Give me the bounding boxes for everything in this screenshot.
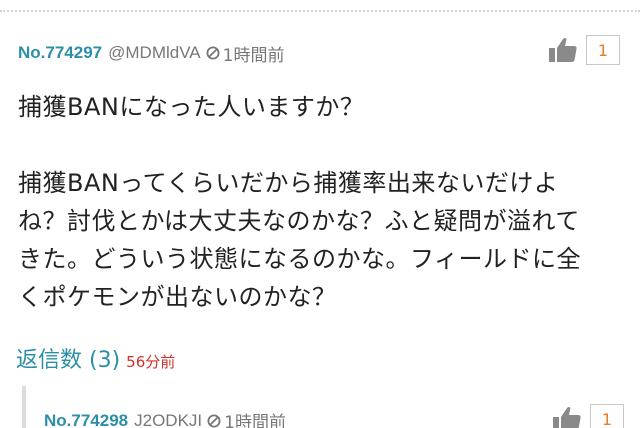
- post-body-line: ね？討伐とかは大丈夫なのかな？ふと疑問が溢れて: [18, 207, 580, 235]
- thumbs-up-icon[interactable]: [548, 36, 578, 64]
- reply-post-number-link[interactable]: No.774298: [44, 411, 128, 428]
- reply-like-count-box[interactable]: 1: [590, 404, 624, 428]
- post-time: 1時間前: [222, 45, 285, 66]
- like-group: 1: [548, 35, 620, 65]
- post-user-id: @MDMldVA: [108, 43, 201, 62]
- post-body-line: くポケモンが出ないのかな？: [18, 283, 337, 311]
- reply-post-header: No.774298 J2ODKJI 1時間前: [44, 408, 286, 428]
- post-header: No.774297 @MDMldVA 1時間前: [18, 40, 284, 66]
- post-body: 捕獲BANになった人いますか？ 捕獲BANってくらいだから捕獲率出来ないだけよ …: [18, 88, 624, 316]
- post-number-link[interactable]: No.774297: [18, 43, 102, 63]
- thread-page: No.774297 @MDMldVA 1時間前 1 捕獲BANになった人いますか…: [0, 0, 640, 428]
- reply-line: 返信数 (3) 56分前: [16, 342, 175, 374]
- post-body-line: 捕獲BANになった人いますか？: [18, 93, 365, 121]
- reply-count-link[interactable]: 返信数 (3): [16, 342, 120, 374]
- reply-time: 56分前: [126, 353, 176, 371]
- like-count-box[interactable]: 1: [586, 35, 620, 65]
- no-id-icon: [207, 414, 221, 427]
- thumbs-up-icon[interactable]: [552, 405, 582, 428]
- reply-post-774298: No.774298 J2ODKJI 1時間前 1: [22, 386, 640, 428]
- reply-post-user-id: J2ODKJI: [134, 410, 203, 428]
- reply-like-group: 1: [552, 404, 624, 428]
- top-divider: [0, 10, 640, 12]
- post-body-line: 捕獲BANってくらいだから捕獲率出来ないだけよ: [18, 169, 559, 197]
- post-body-line: きた。どういう状態になるのかな。フィールドに全: [18, 245, 582, 273]
- post-body-gap: [18, 126, 624, 164]
- reply-post-time: 1時間前: [224, 413, 286, 428]
- no-id-icon: [206, 46, 220, 60]
